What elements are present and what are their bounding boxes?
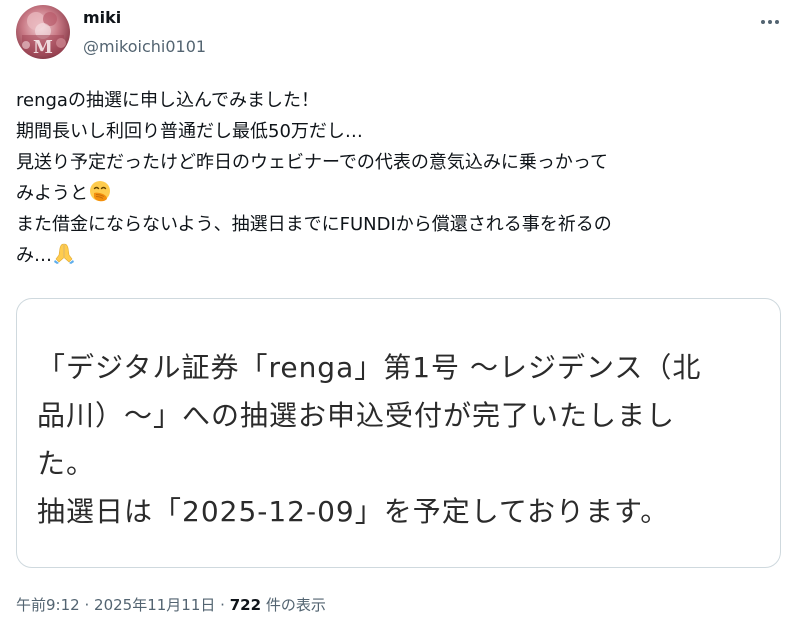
views-count[interactable]: 722 bbox=[230, 596, 261, 614]
folded-hands-icon bbox=[54, 243, 74, 264]
face-with-hand-over-mouth-icon bbox=[90, 181, 110, 202]
avatar-image: M bbox=[16, 5, 70, 59]
views-label: 件の表示 bbox=[265, 596, 326, 614]
tweet-line-text: み… bbox=[16, 245, 52, 266]
user-handle[interactable]: @mikoichi0101 bbox=[83, 37, 206, 57]
tweet-line: 見送り予定だったけど昨日のウェビナーでの代表の意気込みに乗っかって bbox=[16, 152, 609, 173]
tweet-line: また借金にならないよう、抽選日までにFUNDIから償還される事を祈るの bbox=[16, 214, 612, 235]
meta-separator: · bbox=[84, 596, 90, 614]
tweet-time[interactable]: 午前9:12 bbox=[16, 596, 80, 614]
more-dots-icon bbox=[761, 20, 779, 24]
card-line: た。 bbox=[37, 447, 96, 480]
link-card[interactable]: 「デジタル証券「renga」第1号 〜レジデンス（北 品川）〜」への抽選お申込受… bbox=[16, 298, 781, 568]
more-options-button[interactable] bbox=[759, 12, 781, 32]
card-line: 抽選日は「2025-12-09」を予定しております。 bbox=[37, 495, 670, 528]
card-image-text: 「デジタル証券「renga」第1号 〜レジデンス（北 品川）〜」への抽選お申込受… bbox=[37, 344, 757, 536]
display-name[interactable]: miki bbox=[83, 8, 206, 28]
card-line: 品川）〜」への抽選お申込受付が完了いたしまし bbox=[37, 399, 676, 432]
tweet-line-with-emoji: み… bbox=[16, 240, 786, 271]
tweet-line-text: みようと bbox=[16, 183, 88, 204]
tweet-meta: 午前9:12 · 2025年11月11日 · 722 件の表示 bbox=[16, 595, 326, 615]
meta-separator: · bbox=[220, 596, 225, 614]
tweet-date[interactable]: 2025年11月11日 bbox=[94, 596, 215, 614]
tweet-line: 期間長いし利回り普通だし最低50万だし… bbox=[16, 121, 363, 142]
author-info: miki @mikoichi0101 bbox=[83, 8, 206, 57]
card-line: 「デジタル証券「renga」第1号 〜レジデンス（北 bbox=[37, 351, 702, 384]
tweet-line-with-emoji: みようと bbox=[16, 178, 786, 209]
tweet-text: rengaの抽選に申し込んでみました！ 期間長いし利回り普通だし最低50万だし…… bbox=[16, 85, 786, 271]
tweet-line: rengaの抽選に申し込んでみました！ bbox=[16, 90, 320, 111]
tweet: M miki @mikoichi0101 rengaの抽選に申し込んでみました！… bbox=[0, 0, 797, 619]
svg-text:M: M bbox=[33, 37, 53, 58]
avatar[interactable]: M bbox=[16, 5, 70, 59]
